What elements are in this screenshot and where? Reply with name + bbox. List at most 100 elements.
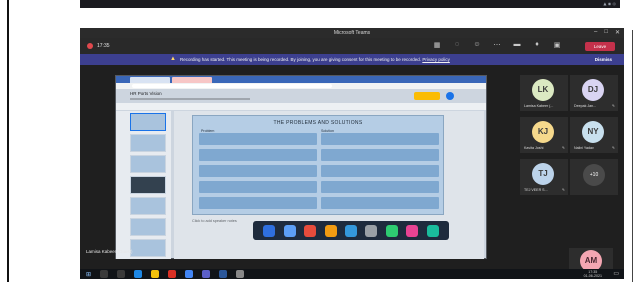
windows-taskbar: ⊞ 17:35 01-06-2021 ▭: [80, 269, 624, 279]
participant-name: Lamisa Kabeer (...: [524, 104, 554, 108]
recording-dot-icon: [87, 43, 93, 49]
slides-menu-bar: [130, 98, 250, 100]
participant-tile[interactable]: NY Nalini Yadav ✎: [570, 117, 618, 153]
app-icon[interactable]: [304, 224, 317, 237]
more-participants-count: +10: [583, 164, 605, 186]
people-icon[interactable]: ☺: [472, 41, 482, 49]
participant-name: Deepak Jan...: [574, 104, 597, 108]
app-icon[interactable]: [283, 224, 296, 237]
privacy-policy-link[interactable]: Privacy policy: [422, 57, 450, 62]
speaker-notes[interactable]: Click to add speaker notes: [192, 219, 237, 223]
participant-gallery: LK Lamisa Kabeer (... DJ Deepak Jan... ✎…: [520, 75, 624, 245]
meeting-toolbar: 17:35 ▦ ◌ ☺ ⋯ ▬ ♦ ▣ Leave: [80, 38, 624, 54]
screenshot-frame: ▲ ◉ ◎ Microsoft Teams – □ ✕ 17:35 ▦ ◌ ☺ …: [0, 0, 639, 282]
slide-thumbnail[interactable]: [130, 155, 166, 173]
account-avatar-icon[interactable]: [446, 92, 454, 100]
system-tray-clock[interactable]: 17:35 01-06-2021: [584, 270, 602, 278]
participant-tile[interactable]: DJ Deepak Jan... ✎: [570, 75, 618, 111]
app-icon[interactable]: [365, 224, 378, 237]
browser-address-bar: [116, 83, 486, 89]
grid-icon[interactable]: ▦: [432, 41, 442, 49]
mic-off-icon: ✎: [611, 146, 615, 150]
problem-row: [199, 197, 317, 209]
slide-thumbnails: [116, 111, 171, 259]
mic-icon[interactable]: ♦: [532, 41, 542, 49]
present-button[interactable]: [414, 92, 440, 100]
app-icon[interactable]: [324, 224, 337, 237]
windows-start-icon[interactable]: ⊞: [86, 271, 91, 278]
window-controls: – □ ✕: [594, 29, 620, 36]
avatar: KJ: [532, 121, 554, 143]
solution-row: [321, 165, 439, 177]
slide-thumbnail[interactable]: [130, 239, 166, 257]
recording-banner-text: Recording has started. This meeting is b…: [180, 57, 450, 62]
solution-row: [321, 197, 439, 209]
app-icon[interactable]: [406, 224, 419, 237]
explorer-icon[interactable]: [151, 270, 159, 278]
title-bar: Microsoft Teams – □ ✕: [80, 28, 624, 38]
app-icon[interactable]: [385, 224, 398, 237]
teams-window: Microsoft Teams – □ ✕ 17:35 ▦ ◌ ☺ ⋯ ▬ ♦ …: [80, 28, 624, 279]
dismiss-button[interactable]: Dismiss: [595, 57, 612, 62]
participant-name: TEJ VEER S...: [524, 188, 548, 192]
warning-icon: ▲: [170, 56, 176, 62]
minimize-button[interactable]: –: [594, 29, 597, 36]
window-title: Microsoft Teams: [333, 30, 371, 36]
slide-title: THE PROBLEMS AND SOLUTIONS: [273, 120, 363, 126]
presenter-name: Lamisa Kabeer (Guest): [86, 249, 133, 254]
mic-off-icon: ✎: [561, 188, 565, 192]
meeting-timer: 17:35: [97, 43, 110, 49]
camera-icon[interactable]: ▬: [512, 41, 522, 49]
slide-thumbnail[interactable]: [130, 176, 166, 194]
maximize-button[interactable]: □: [604, 29, 608, 36]
meeting-controls: ▦ ◌ ☺ ⋯ ▬ ♦ ▣: [432, 41, 562, 49]
word-icon[interactable]: [219, 270, 227, 278]
problem-row: [199, 133, 317, 145]
banner-message: Recording has started. This meeting is b…: [180, 57, 422, 62]
app-icon[interactable]: [236, 270, 244, 278]
participant-tile[interactable]: TJ TEJ VEER S... ✎: [520, 159, 568, 195]
mic-off-icon: ✎: [611, 104, 615, 108]
slide-thumbnail[interactable]: [130, 134, 166, 152]
chrome-icon[interactable]: [185, 270, 193, 278]
app-icon[interactable]: [344, 224, 357, 237]
app-icon[interactable]: [168, 270, 176, 278]
more-icon[interactable]: ⋯: [492, 41, 502, 49]
solution-row: [321, 149, 439, 161]
recording-banner: ▲ Recording has started. This meeting is…: [80, 54, 624, 65]
browser-tab-strip: [116, 76, 486, 83]
search-icon[interactable]: [100, 270, 108, 278]
close-button[interactable]: ✕: [615, 29, 620, 36]
leave-button[interactable]: Leave: [585, 42, 615, 51]
more-participants-tile[interactable]: +10: [570, 159, 618, 195]
edge-icon[interactable]: [134, 270, 142, 278]
notification-icon[interactable]: ▭: [613, 270, 619, 277]
page-margin-line: [7, 0, 9, 282]
current-slide[interactable]: THE PROBLEMS AND SOLUTIONS Problem Solut…: [192, 115, 444, 215]
app-icon[interactable]: [426, 224, 439, 237]
problem-row: [199, 181, 317, 193]
participant-tile[interactable]: KJ Kavita Joshi ✎: [520, 117, 568, 153]
share-icon[interactable]: ▣: [552, 41, 562, 49]
app-icon[interactable]: [263, 224, 276, 237]
participant-tile[interactable]: LK Lamisa Kabeer (...: [520, 75, 568, 111]
address-input[interactable]: [132, 84, 332, 88]
slide-thumbnail[interactable]: [130, 197, 166, 215]
participant-name: Nalini Yadav: [574, 146, 594, 150]
avatar: TJ: [532, 163, 554, 185]
slide-thumbnail[interactable]: [130, 113, 166, 131]
participant-name: Kavita Joshi: [524, 146, 544, 150]
problem-row: [199, 165, 317, 177]
avatar: NY: [582, 121, 604, 143]
page-margin-line-right: [632, 30, 633, 282]
solution-row: [321, 181, 439, 193]
previous-screen-taskbar: ▲ ◉ ◎: [80, 0, 620, 8]
task-view-icon[interactable]: [117, 270, 125, 278]
presenter-taskbar-dock: [253, 221, 449, 240]
previous-tray-icons: ▲ ◉ ◎: [603, 1, 616, 6]
problem-row: [199, 149, 317, 161]
solution-column: [321, 133, 439, 213]
slide-thumbnail[interactable]: [130, 218, 166, 236]
chat-icon[interactable]: ◌: [452, 41, 462, 49]
teams-icon[interactable]: [202, 270, 210, 278]
